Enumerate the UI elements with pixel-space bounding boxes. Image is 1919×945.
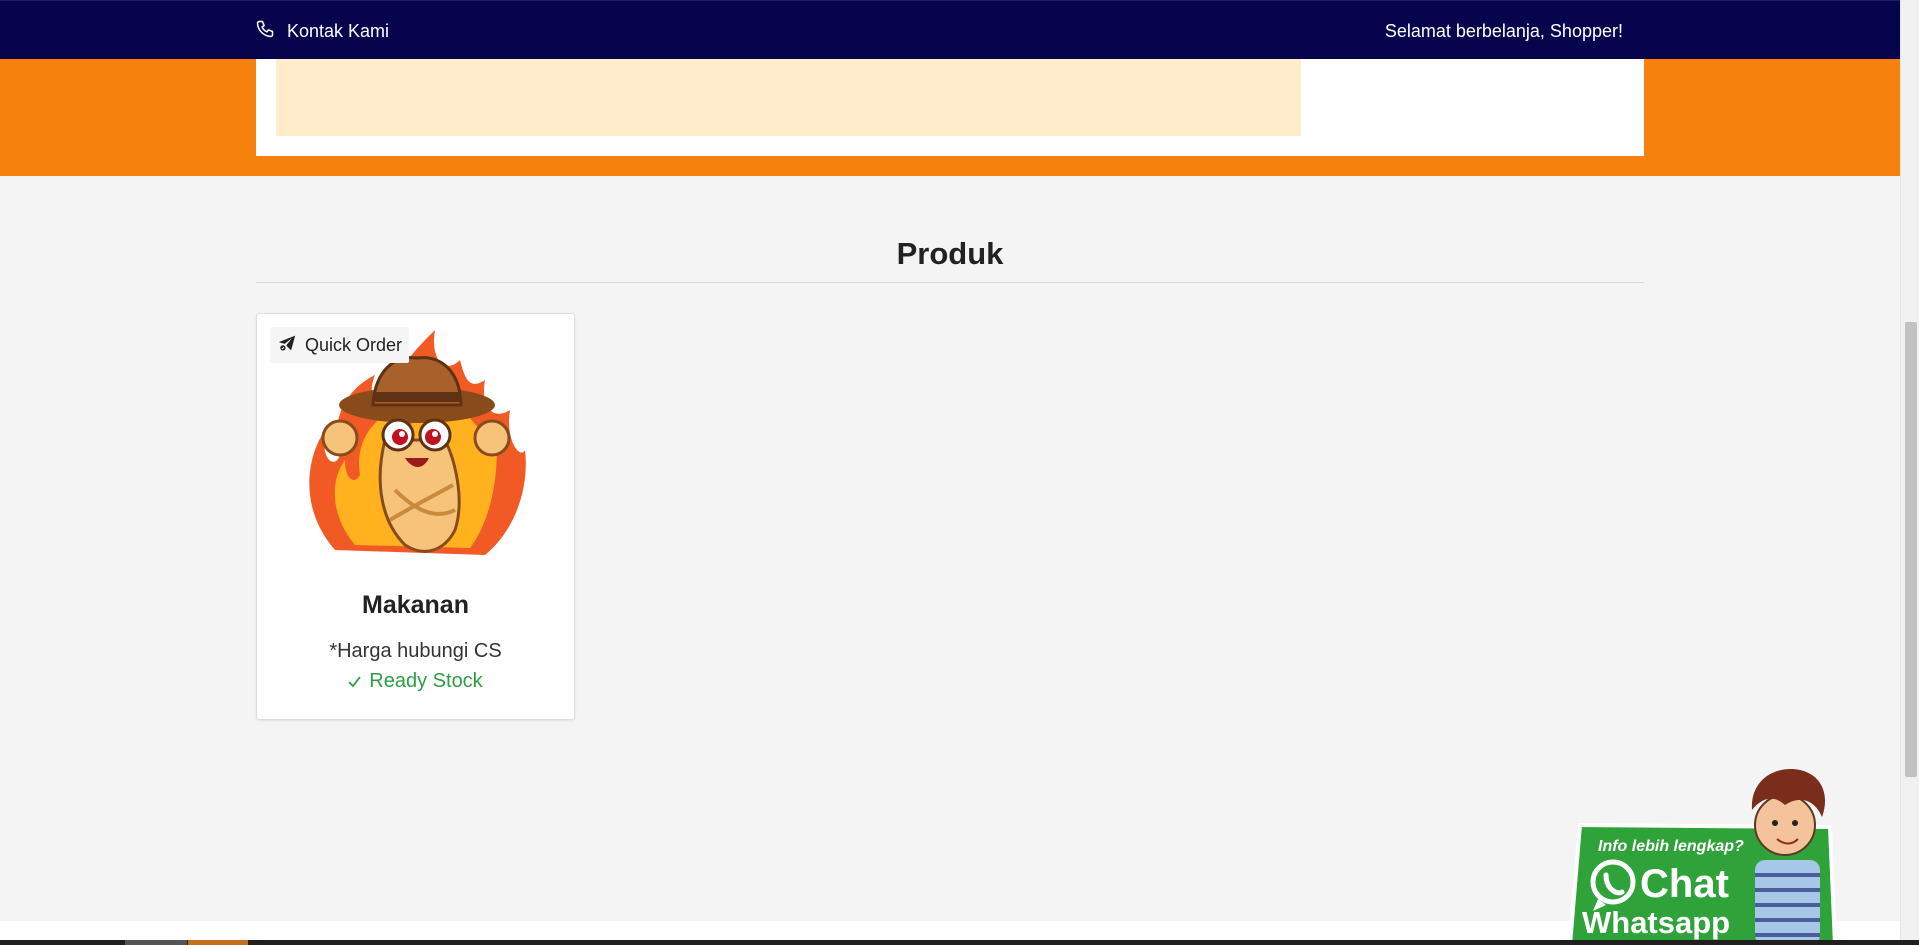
taskbar (0, 940, 1919, 945)
product-price: *Harga hubungi CS (329, 640, 502, 662)
scrollbar-thumb[interactable] (1905, 322, 1917, 777)
send-plane-icon (277, 334, 297, 357)
product-card[interactable]: Quick Order Makanan *Harga hubungi CS Re… (256, 313, 575, 720)
quick-order-label: Quick Order (305, 334, 403, 355)
quick-order-button[interactable]: Quick Order (270, 327, 410, 363)
stock-label: Ready Stock (369, 670, 483, 692)
product-name[interactable]: Makanan (257, 591, 574, 620)
section-title: Produk (896, 236, 1004, 271)
banner-card (256, 59, 1644, 156)
whatsapp-tagline: Info lebih lengkap? (1598, 838, 1744, 855)
section-divider (256, 282, 1644, 283)
contact-link[interactable]: Kontak Kami (255, 19, 389, 44)
page: Kontak Kami Selamat berbelanja, Shopper!… (0, 0, 1900, 945)
banner-image[interactable] (276, 59, 1301, 136)
top-bar: Kontak Kami Selamat berbelanja, Shopper! (0, 0, 1900, 59)
page-scrollbar[interactable] (1900, 0, 1919, 945)
greeting-text: Selamat berbelanja, Shopper! (1384, 21, 1623, 41)
whatsapp-chat-button[interactable]: Info lebih lengkap? Chat Whatsapp (1560, 765, 1850, 945)
contact-label: Kontak Kami (287, 21, 390, 41)
phone-icon (255, 19, 275, 44)
stock-status: Ready Stock (257, 670, 574, 693)
whatsapp-line1: Chat (1640, 862, 1729, 906)
check-icon (348, 670, 362, 693)
taskbar-item[interactable] (125, 940, 187, 945)
taskbar-item[interactable] (188, 940, 248, 945)
whatsapp-line2: Whatsapp (1582, 905, 1730, 940)
